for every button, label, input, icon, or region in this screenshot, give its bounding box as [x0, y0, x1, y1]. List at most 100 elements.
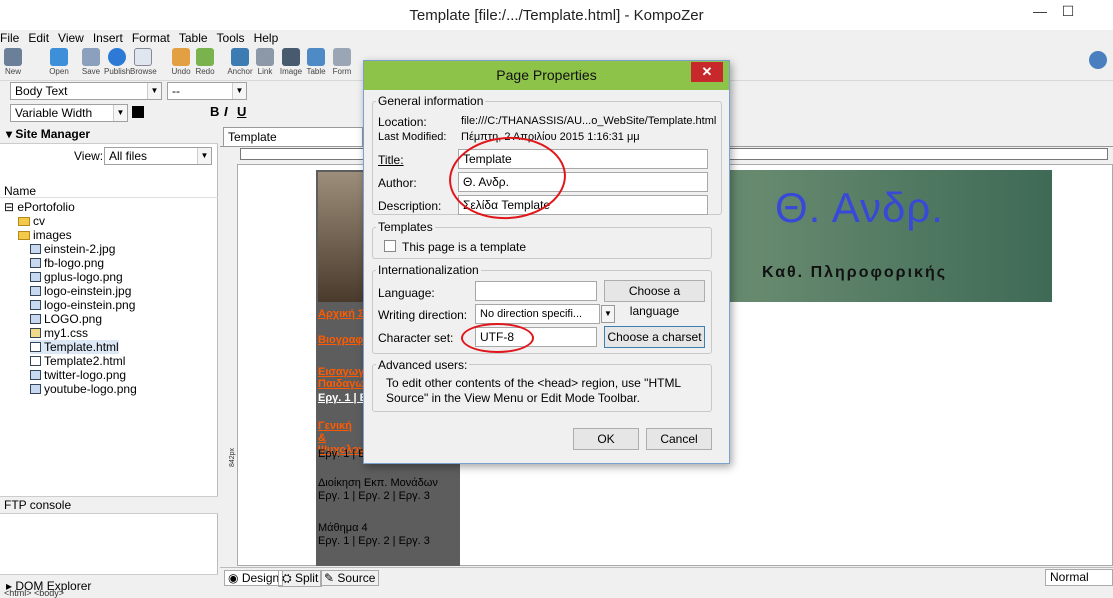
folder-icon: [18, 217, 30, 226]
author-label: Author:: [378, 176, 417, 190]
tree-item-file[interactable]: Template2.html: [30, 354, 125, 368]
image-button[interactable]: Image: [278, 48, 304, 76]
tree-item-file[interactable]: logo-einstein.jpg: [30, 284, 131, 298]
text-color-swatch[interactable]: [132, 106, 144, 118]
charset-label: Character set:: [378, 331, 454, 345]
menu-file[interactable]: File: [0, 30, 19, 46]
image-file-icon: [30, 370, 41, 380]
nav-lesson4-assignments: Εργ. 1 | Εργ. 2 | Εργ. 3: [318, 535, 430, 547]
italic-button[interactable]: I: [224, 104, 228, 119]
ftp-console-header[interactable]: FTP console: [0, 496, 218, 514]
chevron-down-icon: ▼: [113, 105, 127, 121]
chevron-down-icon: ▼: [232, 83, 246, 99]
document-tab[interactable]: Template: [223, 127, 363, 147]
window-title: Template [file:/.../Template.html] - Kom…: [409, 7, 704, 24]
title-label: Title:: [378, 153, 404, 167]
ok-button[interactable]: OK: [573, 428, 639, 450]
tree-item-selected[interactable]: Template.html: [30, 340, 119, 354]
form-button[interactable]: Form: [329, 48, 355, 76]
bold-button[interactable]: B: [210, 104, 219, 119]
menu-tools[interactable]: Tools: [217, 30, 245, 46]
menu-view[interactable]: View: [58, 30, 84, 46]
menu-insert[interactable]: Insert: [93, 30, 123, 46]
tree-item-file[interactable]: my1.css: [30, 326, 88, 340]
publish-globe-icon: [108, 48, 126, 66]
tree-item-cv[interactable]: cv: [18, 214, 45, 228]
tree-item-file[interactable]: youtube-logo.png: [30, 382, 137, 396]
undo-arrow-icon: [172, 48, 190, 66]
table-grid-icon: [307, 48, 325, 66]
paragraph-style-select[interactable]: Body Text ▼: [10, 82, 162, 100]
undo-button[interactable]: Undo: [168, 48, 194, 76]
link-button[interactable]: Link: [252, 48, 278, 76]
status-bar: <html> <body>: [4, 588, 65, 598]
browse-button[interactable]: Browse: [130, 48, 157, 76]
tree-item-file[interactable]: fb-logo.png: [30, 256, 104, 270]
last-modified-label: Last Modified:: [378, 131, 447, 143]
mode-tab-source[interactable]: ✎ Source: [320, 570, 380, 586]
close-icon[interactable]: ✕: [691, 62, 723, 82]
new-button[interactable]: New: [0, 48, 26, 76]
site-manager-panel: ▾ Site Manager View: All files ▼ Name ⊟ e…: [0, 124, 218, 597]
html-file-icon: [30, 342, 41, 352]
language-label: Language:: [378, 286, 435, 300]
menu-bar: File Edit View Insert Format Table Tools Help: [0, 30, 1113, 47]
location-value: file:///C:/THANASSIS/AU...o_WebSite/Temp…: [461, 115, 717, 127]
table-button[interactable]: Table: [303, 48, 329, 76]
nav-link-home-text[interactable]: Αρχική Σ: [318, 308, 365, 320]
image-icon: [282, 48, 300, 66]
open-button[interactable]: Open: [46, 48, 72, 76]
nav-section-intro: Εισαγωγ Παιδαγω: [318, 366, 365, 390]
tree-item-file[interactable]: twitter-logo.png: [30, 368, 126, 382]
css-file-icon: [30, 328, 41, 338]
name-column-header[interactable]: Name: [0, 184, 218, 198]
choose-charset-button[interactable]: Choose a charset: [604, 326, 705, 348]
menu-help[interactable]: Help: [254, 30, 279, 46]
font-select[interactable]: -- ▼: [167, 82, 247, 100]
chevron-down-icon[interactable]: ▼: [601, 305, 615, 323]
throbber-globe-icon: [1089, 51, 1107, 69]
image-file-icon: [30, 314, 41, 324]
tree-item-file[interactable]: einstein-2.jpg: [30, 242, 115, 256]
nav-link-intro[interactable]: Εισαγωγ Παιδαγω: [318, 366, 365, 390]
menu-table[interactable]: Table: [179, 30, 208, 46]
publish-button[interactable]: Publish: [104, 48, 130, 76]
advanced-text: To edit other contents of the <head> reg…: [386, 376, 681, 405]
mode-tab-split[interactable]: ⛭ Split: [278, 570, 323, 587]
window-titlebar: Template [file:/.../Template.html] - Kom…: [0, 0, 1113, 30]
menu-edit[interactable]: Edit: [28, 30, 49, 46]
general-info-legend: General information: [376, 94, 486, 108]
minimize-button[interactable]: —: [1025, 0, 1055, 24]
language-input[interactable]: [475, 281, 597, 301]
maximize-button[interactable]: ☐: [1053, 0, 1083, 24]
underline-button[interactable]: U: [237, 104, 246, 119]
writing-direction-select[interactable]: No direction specifi... ▼: [475, 304, 615, 324]
nav-admin-title: Διοίκηση Εκπ. Μονάδων: [318, 477, 438, 489]
template-checkbox[interactable]: [384, 240, 396, 252]
save-button[interactable]: Save: [78, 48, 104, 76]
choose-language-button[interactable]: Choose a language: [604, 280, 705, 318]
view-filter-select[interactable]: All files ▼: [104, 147, 212, 165]
redo-button[interactable]: Redo: [192, 48, 218, 76]
site-manager-header: ▾ Site Manager: [0, 124, 218, 144]
menu-format[interactable]: Format: [132, 30, 170, 46]
view-label: View:: [74, 149, 104, 163]
anchor-button[interactable]: Anchor: [227, 48, 253, 76]
image-file-icon: [30, 258, 41, 268]
tree-item-file[interactable]: logo-einstein.png: [30, 298, 135, 312]
cancel-button[interactable]: Cancel: [646, 428, 712, 450]
nav-link-bio-text[interactable]: Βιογραφ: [318, 334, 363, 346]
tree-item-file[interactable]: LOGO.png: [30, 312, 102, 326]
templates-legend: Templates: [376, 220, 435, 234]
zoom-select[interactable]: Normal: [1045, 569, 1113, 586]
page-width-label: 842px: [229, 447, 237, 468]
width-select[interactable]: Variable Width ▼: [10, 104, 128, 122]
tree-item-ePortofolio[interactable]: ⊟ ePortofolio: [4, 200, 75, 214]
tree-item-images[interactable]: images: [18, 228, 72, 242]
mode-tab-design[interactable]: ◉ Design: [224, 570, 284, 586]
tree-item-file[interactable]: gplus-logo.png: [30, 270, 123, 284]
anchor-icon: [231, 48, 249, 66]
image-file-icon: [30, 300, 41, 310]
mode-bar: ◉ Design ⛭ Split ✎ Source Normal: [220, 567, 1113, 587]
image-file-icon: [30, 244, 41, 254]
